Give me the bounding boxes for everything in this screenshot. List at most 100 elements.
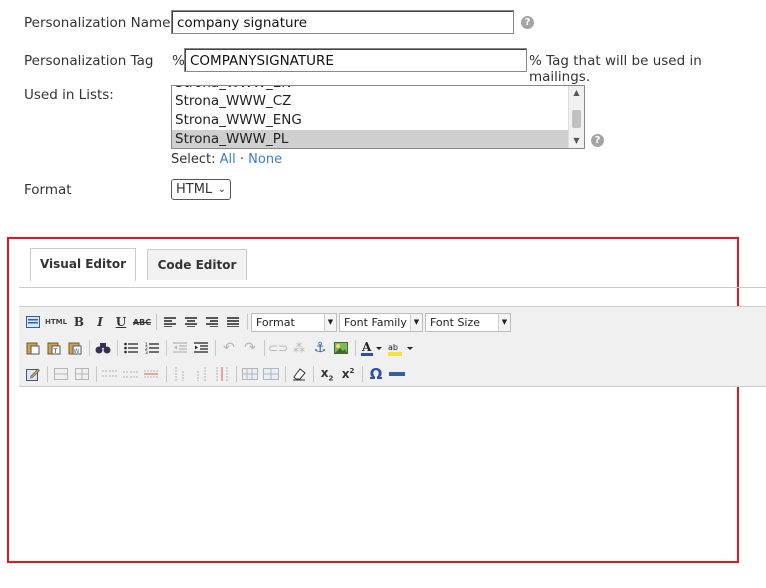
toolbar-separator [355,340,356,356]
help-icon[interactable]: ? [591,134,604,147]
toolbar-separator [47,366,48,382]
col-insert-before-icon[interactable] [170,364,190,384]
select-separator: · [239,152,245,167]
format-dropdown-label: Format [256,315,295,329]
used-in-lists-label: Used in Lists: [24,87,114,103]
tag-hint: % Tag that will be used in mailings. [529,53,702,85]
underline-icon[interactable]: U [111,312,131,332]
list-item-selected[interactable]: Strona_WWW_PL [172,130,584,148]
personalization-name-label: Personalization Name [24,15,171,31]
outdent-icon[interactable] [170,338,190,358]
format-label: Format [24,182,72,198]
list-scrollbar[interactable]: ▲ ▼ [568,86,584,148]
help-icon[interactable]: ? [521,16,534,29]
select-all-link[interactable]: All [220,152,236,167]
row-delete-icon[interactable] [142,364,162,384]
special-char-icon[interactable]: Ω [366,364,386,384]
tab-visual-editor[interactable]: Visual Editor [30,248,136,281]
italic-icon[interactable]: I [90,312,110,332]
bullet-list-icon[interactable] [121,338,141,358]
font-size-dropdown[interactable]: Font Size ▼ [425,312,511,332]
toolbar-separator [117,340,118,356]
list-item[interactable]: Strona_WWW_ENG [172,111,584,130]
toolbar-separator [264,340,265,356]
format-select[interactable]: HTML ⌄ [171,179,231,200]
toolbar-separator [236,366,237,382]
scroll-thumb[interactable] [572,110,581,128]
find-icon[interactable] [93,338,113,358]
align-justify-icon[interactable] [223,312,243,332]
toolbar-separator [362,366,363,382]
undo-icon[interactable]: ↶ [219,338,239,358]
col-insert-after-icon[interactable] [191,364,211,384]
bold-icon[interactable]: B [69,312,89,332]
insert-row-after-icon[interactable] [72,364,92,384]
dropdown-arrow-icon: ▼ [498,313,510,331]
toolbar-row-3: x2 x2 Ω [23,363,408,385]
personalization-name-input[interactable]: company signature [171,10,514,34]
image-icon[interactable] [331,338,351,358]
align-center-icon[interactable] [181,312,201,332]
row-insert-above-icon[interactable] [100,364,120,384]
row-insert-below-icon[interactable] [121,364,141,384]
toolbar-separator [215,340,216,356]
select-none-link[interactable]: None [248,152,282,167]
personalization-tag-input[interactable]: COMPANYSIGNATURE [184,48,527,72]
editor-toolbar: HTML B I U ABC Format ▼ Font Family ▼ Font… [19,306,766,387]
source-icon[interactable] [23,312,43,332]
toolbar-separator [166,366,167,382]
paste-icon[interactable] [23,338,43,358]
unlink-icon[interactable]: ⁂ [289,338,309,358]
subscript-icon[interactable]: x2 [317,364,337,384]
col-delete-icon[interactable] [212,364,232,384]
format-select-value: HTML [176,182,213,197]
redo-icon[interactable]: ↷ [240,338,260,358]
toolbar-separator [285,366,286,382]
horizontal-rule-icon[interactable] [387,364,407,384]
scroll-up-icon[interactable]: ▲ [569,86,584,100]
chevron-down-icon: ⌄ [217,184,226,195]
font-size-dropdown-label: Font Size [430,315,481,329]
eraser-icon[interactable] [289,364,309,384]
toolbar-separator [89,340,90,356]
edit-icon[interactable] [23,364,43,384]
insert-row-before-icon[interactable] [51,364,71,384]
select-links: Select: All · None [171,152,282,167]
svg-text:3: 3 [145,350,148,354]
select-label: Select: [171,152,216,167]
list-item-partial: Strona_WWW_EN [172,86,584,92]
superscript-icon[interactable]: x2 [338,364,358,384]
list-item[interactable]: Strona_WWW_CZ [172,92,584,111]
tag-prefix: % [172,53,185,69]
paste-text-icon[interactable]: T [44,338,64,358]
toolbar-separator [313,366,314,382]
text-color-icon[interactable]: A [359,338,385,358]
editor-content-area[interactable] [19,388,737,560]
font-family-dropdown-label: Font Family [344,315,407,329]
merge-cells-icon[interactable] [240,364,260,384]
paste-word-icon[interactable]: W [65,338,85,358]
font-family-dropdown[interactable]: Font Family ▼ [339,312,423,332]
svg-text:ab: ab [388,343,398,352]
toolbar-separator [166,340,167,356]
personalization-tag-label: Personalization Tag [24,53,154,69]
lists-multiselect[interactable]: Strona_WWW_EN Strona_WWW_CZ Strona_WWW_E… [171,85,585,149]
toolbar-row-2: T W 123 ↶ ↷ ⊂⊃ ⁂ ⚓ A ab [23,337,417,359]
scroll-down-icon[interactable]: ▼ [569,134,584,148]
background-color-icon[interactable]: ab [386,338,416,358]
svg-text:T: T [53,348,58,355]
format-dropdown[interactable]: Format ▼ [251,312,337,332]
link-icon[interactable]: ⊂⊃ [268,338,288,358]
toolbar-separator [96,366,97,382]
tab-code-editor[interactable]: Code Editor [147,249,247,280]
numbered-list-icon[interactable]: 123 [142,338,162,358]
split-cells-icon[interactable] [261,364,281,384]
strikethrough-icon[interactable]: ABC [132,312,152,332]
indent-icon[interactable] [191,338,211,358]
align-left-icon[interactable] [160,312,180,332]
toolbar-separator [156,314,157,330]
dropdown-arrow-icon: ▼ [410,313,422,331]
align-right-icon[interactable] [202,312,222,332]
anchor-icon[interactable]: ⚓ [310,338,330,358]
html-icon[interactable]: HTML [44,312,68,332]
